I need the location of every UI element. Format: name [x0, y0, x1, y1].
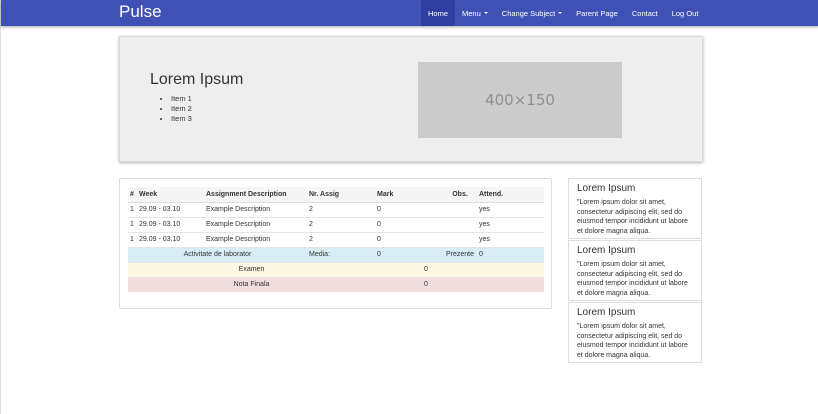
exam-value: 0	[375, 261, 477, 277]
final-grade-row: Nota Finala 0	[128, 276, 544, 292]
table-cell: 1	[128, 216, 137, 232]
table-cell: Example Description	[204, 231, 307, 247]
column-header: Assignment Description	[204, 187, 307, 203]
jumbotron: Lorem Ipsum Item 1 Item 2 Item 3 400×150	[119, 36, 703, 162]
sidebar-panel: Lorem Ipsum "Lorem ipsum dolor sit amet,…	[568, 240, 702, 301]
caret-down-icon	[558, 12, 563, 14]
table-cell: 2	[307, 231, 375, 247]
table-cell: yes	[477, 231, 544, 247]
table-cell: yes	[477, 201, 544, 217]
table-cell: 0	[375, 201, 443, 217]
table-cell: 0	[375, 216, 443, 232]
final-grade-label: Nota Finala	[128, 276, 375, 292]
list-item: Item 3	[171, 114, 192, 124]
prezente-label: Prezente	[443, 246, 477, 262]
table-cell: Example Description	[204, 216, 307, 232]
table-cell: Example Description	[204, 201, 307, 217]
empty-cell	[477, 261, 544, 277]
caret-down-icon	[483, 12, 488, 14]
placeholder-image: 400×150	[418, 62, 622, 138]
sidebar-panel-text: "Lorem ipsum dolor sit amet, consectetur…	[577, 323, 688, 359]
empty-cell	[477, 276, 544, 292]
media-value: 0	[375, 246, 443, 262]
table-row: 1 29.09 - 03.10 Example Description 2 0 …	[128, 216, 544, 232]
navbar: Pulse Home Menu Change Subject Parent Pa…	[1, 0, 818, 26]
brand-logo[interactable]: Pulse	[119, 2, 162, 22]
nav-home[interactable]: Home	[421, 0, 456, 26]
prezente-value: 0	[477, 246, 544, 262]
nav-change-subject-dropdown[interactable]: Change Subject	[495, 0, 569, 26]
table-cell: 1	[128, 231, 137, 247]
column-header: Nr. Assig	[307, 187, 375, 203]
table-cell: 2	[307, 201, 375, 217]
table-row: 1 29.09 - 03.10 Example Description 2 0 …	[128, 201, 544, 217]
column-header: Week	[137, 187, 204, 203]
nav-contact[interactable]: Contact	[625, 0, 665, 26]
table-row: 1 29.09 - 03.10 Example Description 2 0 …	[128, 231, 544, 247]
table-cell	[443, 201, 477, 217]
column-header: Mark	[375, 187, 443, 203]
table-cell: 2	[307, 216, 375, 232]
table-cell	[443, 231, 477, 247]
lab-activity-label: Activitate de laborator	[128, 246, 307, 262]
nav-menu-dropdown[interactable]: Menu	[455, 0, 495, 26]
lab-activity-row: Activitate de laborator Media: 0 Prezent…	[128, 246, 544, 262]
list-item: Item 1	[171, 94, 192, 104]
table-cell: 29.09 - 03.10	[137, 231, 204, 247]
final-grade-value: 0	[375, 276, 477, 292]
sidebar-panel: Lorem Ipsum "Lorem ipsum dolor sit amet,…	[568, 178, 702, 239]
media-label: Media:	[307, 246, 375, 262]
sidebar-panel-title: Lorem Ipsum	[577, 183, 636, 194]
nav-parent-page[interactable]: Parent Page	[569, 0, 625, 26]
grades-panel: # Week Assignment Description Nr. Assig …	[119, 178, 552, 309]
table-cell: 1	[128, 201, 137, 217]
sidebar-panel-text: "Lorem ipsum dolor sit amet, consectetur…	[577, 261, 688, 297]
sidebar-panel-title: Lorem Ipsum	[577, 245, 636, 256]
column-header: Obs.	[443, 187, 477, 203]
nav-menu-label: Menu	[462, 8, 481, 18]
table-cell: 0	[375, 231, 443, 247]
table-header-row: # Week Assignment Description Nr. Assig …	[128, 187, 544, 203]
jumbotron-title: Lorem Ipsum	[150, 71, 244, 88]
column-header: #	[128, 187, 137, 203]
table-cell	[443, 216, 477, 232]
table-cell: 29.09 - 03.10	[137, 216, 204, 232]
jumbotron-list: Item 1 Item 2 Item 3	[171, 94, 192, 124]
column-header: Attend.	[477, 187, 544, 203]
exam-label: Examen	[128, 261, 375, 277]
nav-change-subject-label: Change Subject	[501, 8, 556, 18]
list-item: Item 2	[171, 104, 192, 114]
grades-table: # Week Assignment Description Nr. Assig …	[128, 187, 544, 292]
nav-logout[interactable]: Log Out	[665, 0, 706, 26]
sidebar-panel: Lorem Ipsum "Lorem ipsum dolor sit amet,…	[568, 302, 702, 363]
sidebar-panel-text: "Lorem ipsum dolor sit amet, consectetur…	[577, 199, 688, 235]
sidebar-panel-title: Lorem Ipsum	[577, 307, 636, 318]
table-cell: 29.09 - 03.10	[137, 201, 204, 217]
table-cell: yes	[477, 216, 544, 232]
nav-menu: Home Menu Change Subject Parent Page Con…	[421, 0, 705, 26]
exam-row: Examen 0	[128, 261, 544, 277]
